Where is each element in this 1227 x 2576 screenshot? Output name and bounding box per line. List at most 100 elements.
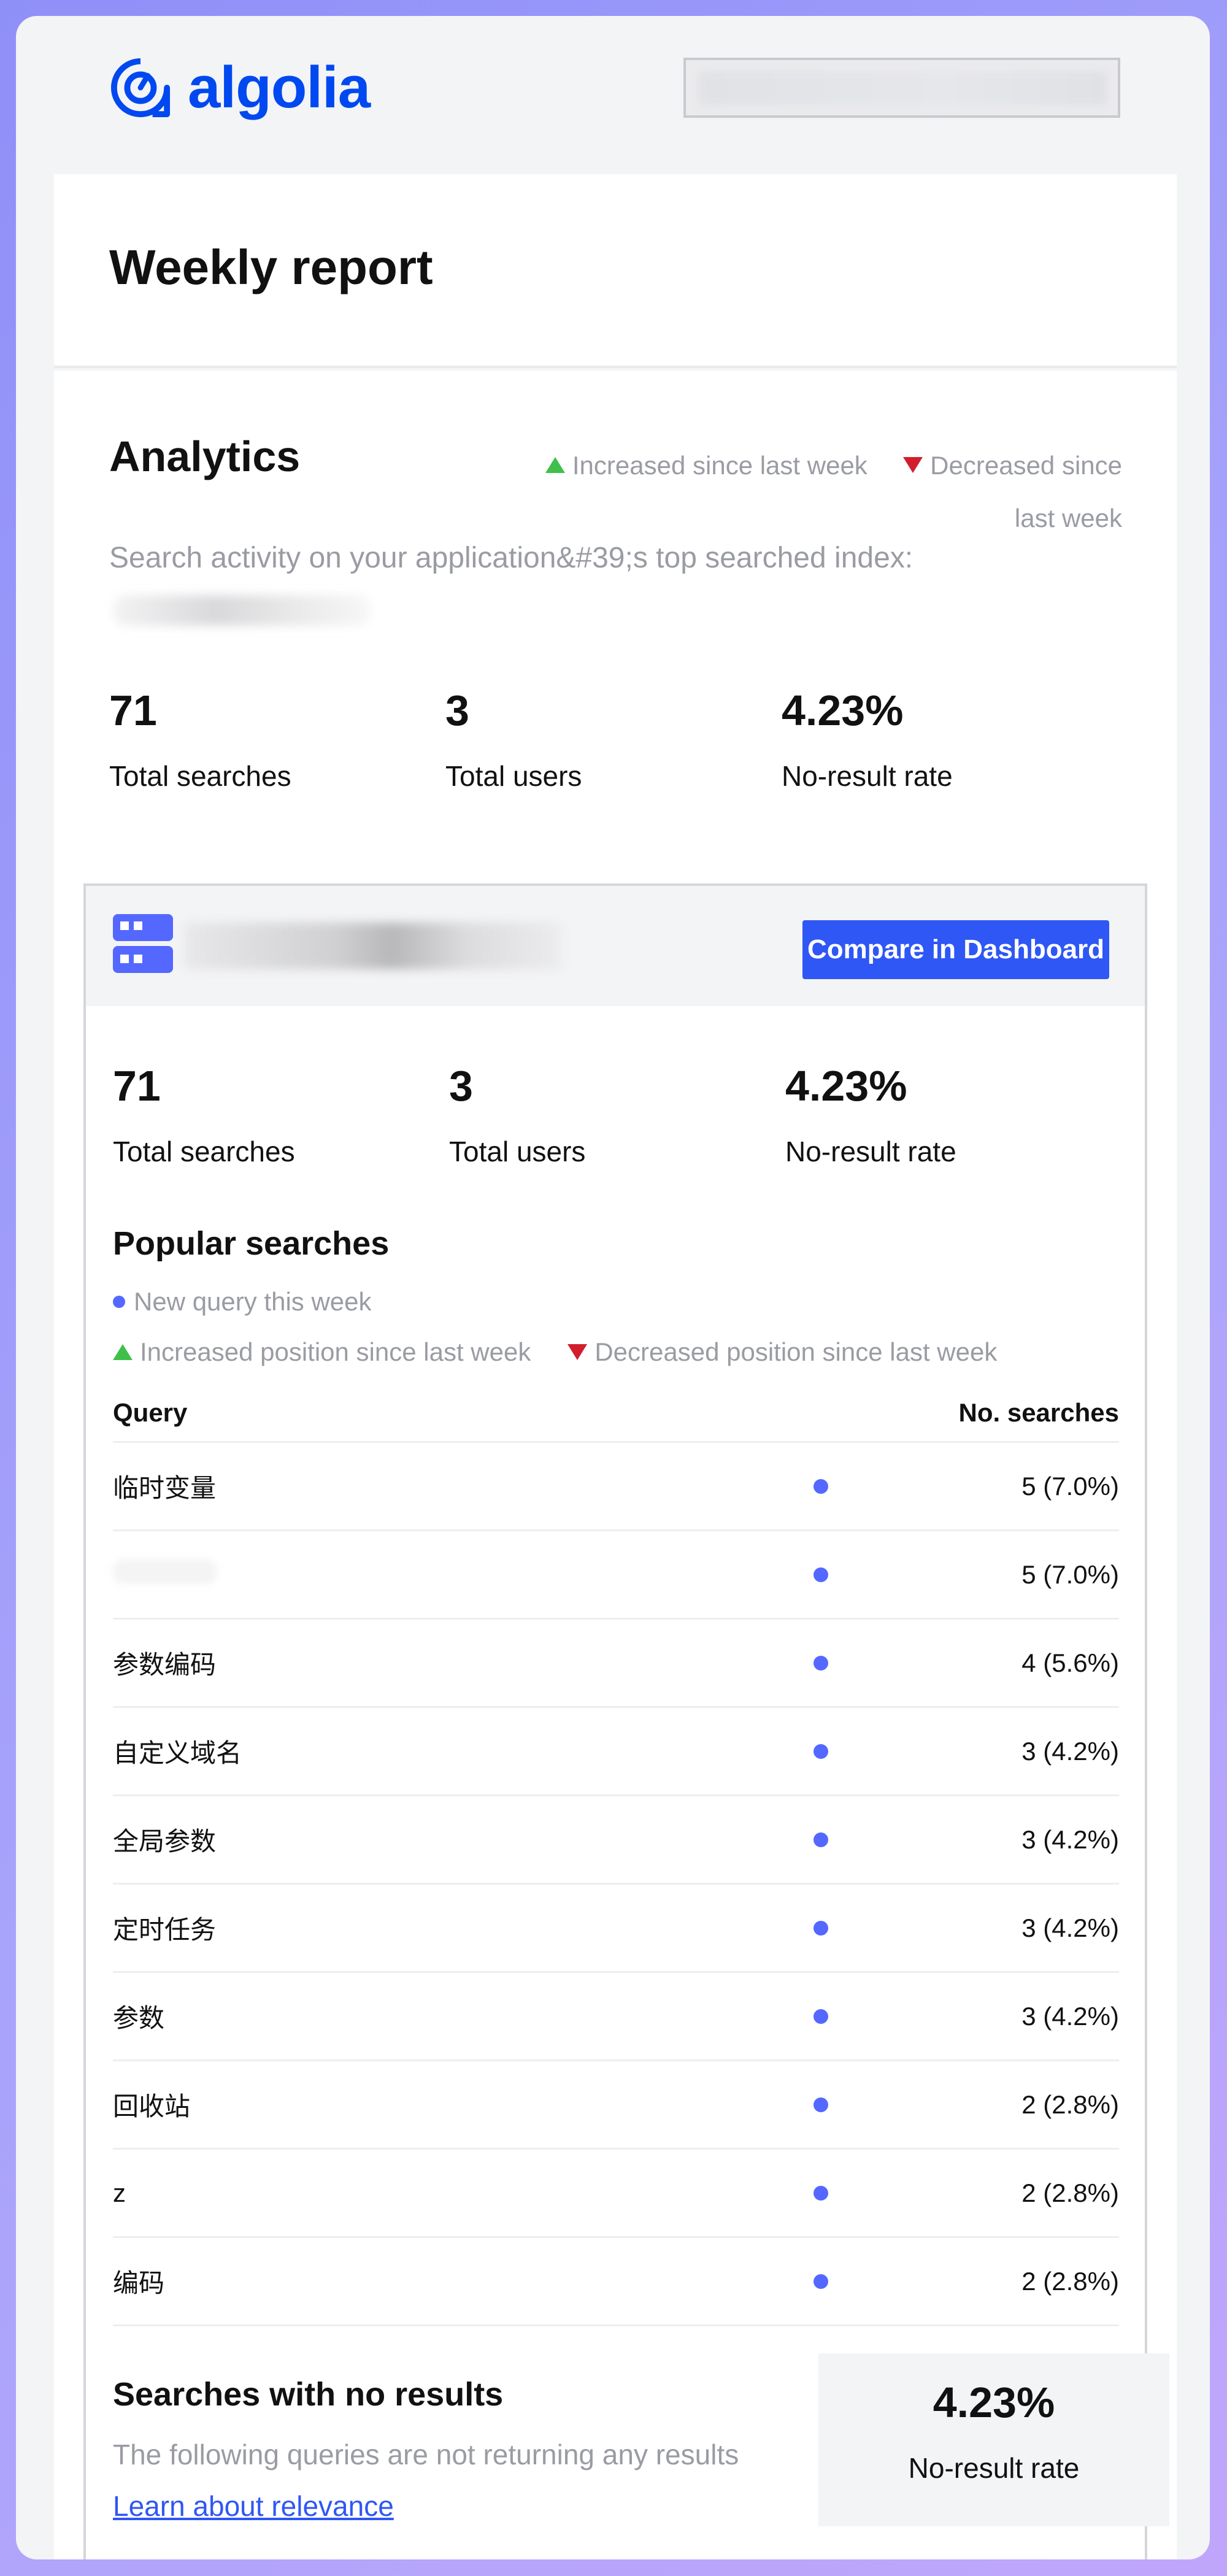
- table-row: 编码 2 (2.8%): [113, 2238, 1119, 2326]
- legend-decreased-label: Decreased position since last week: [594, 1337, 998, 1366]
- compare-in-dashboard-button[interactable]: Compare in Dashboard: [802, 920, 1109, 979]
- algolia-logo[interactable]: algolia: [110, 55, 371, 120]
- stat-total-users: 3 Total users: [445, 686, 782, 793]
- legend-position: Increased position since last week Decre…: [113, 1337, 997, 1367]
- query-text: 全局参数: [113, 1827, 217, 1856]
- algolia-logo-icon: [111, 58, 171, 118]
- query-text: 参数编码: [113, 1650, 217, 1679]
- query-text: 编码: [113, 2269, 165, 2297]
- search-count: 5 (7.0%): [1021, 1559, 1119, 1589]
- no-results-text: The following queries are not returning …: [113, 2439, 739, 2470]
- search-count: 3 (4.2%): [1021, 1736, 1119, 1766]
- decrease-triangle-icon: [903, 457, 923, 473]
- redacted-index-title: [184, 923, 562, 969]
- analytics-card: Analytics Increased since last week Decr…: [54, 371, 1177, 2559]
- stat-value: 3: [445, 686, 469, 734]
- new-query-dot-icon: [814, 1744, 828, 1759]
- query-text: 定时任务: [113, 1915, 217, 1944]
- increase-triangle-icon: [545, 457, 565, 473]
- new-query-dot-icon: [814, 1478, 828, 1494]
- table-row: 参数 3 (4.2%): [113, 1973, 1119, 2061]
- summary-stats: 71 Total searches 3 Total users 4.23% No…: [109, 686, 1118, 793]
- stat-label: Total users: [445, 760, 582, 792]
- page-title: Weekly report: [109, 240, 433, 294]
- new-query-dot-icon: [814, 1920, 828, 1936]
- decrease-triangle-icon: [567, 1344, 588, 1360]
- no-result-rate-box: 4.23% No-result rate: [818, 2353, 1169, 2526]
- redacted-header-field: [683, 58, 1120, 118]
- table-header: Query No. searches: [113, 1384, 1119, 1443]
- query-text: z: [113, 2178, 126, 2207]
- stat-value: 3: [449, 1062, 473, 1110]
- increase-triangle-icon: [113, 1344, 133, 1360]
- stat-total-users: 3 Total users: [449, 1061, 785, 1168]
- index-stats: 71 Total searches 3 Total users 4.23% No…: [113, 1061, 1121, 1168]
- column-query: Query: [113, 1398, 188, 1427]
- stat-label: No-result rate: [785, 1136, 956, 1167]
- analytics-subtitle: Search activity on your application&#39;…: [109, 542, 914, 574]
- index-panel-header: Compare in Dashboard: [86, 886, 1145, 1006]
- stat-value: 4.23%: [785, 1062, 907, 1110]
- table-row: 5 (7.0%): [113, 1531, 1119, 1620]
- column-searches: No. searches: [958, 1398, 1119, 1427]
- search-count: 3 (4.2%): [1021, 1913, 1119, 1942]
- new-query-dot-icon: [814, 2009, 828, 2024]
- table-row: 定时任务 3 (4.2%): [113, 1885, 1119, 1973]
- search-count: 2 (2.8%): [1021, 2090, 1119, 2119]
- new-query-dot-icon: [814, 1832, 828, 1847]
- redacted-text: [698, 71, 1107, 106]
- no-result-rate-label: No-result rate: [908, 2452, 1080, 2484]
- table-row: z 2 (2.8%): [113, 2150, 1119, 2238]
- table-row: 回收站 2 (2.8%): [113, 2061, 1119, 2150]
- table-row: 自定义域名 3 (4.2%): [113, 1708, 1119, 1796]
- query-text: 回收站: [113, 2092, 191, 2121]
- new-query-dot-icon: [814, 1655, 828, 1671]
- no-results-title: Searches with no results: [113, 2376, 504, 2413]
- analytics-title: Analytics: [109, 433, 301, 480]
- redacted-query: [113, 1559, 217, 1584]
- query-text: 参数: [113, 2004, 165, 2032]
- index-icon: [113, 914, 173, 973]
- learn-about-relevance-link[interactable]: Learn about relevance: [113, 2489, 394, 2523]
- legend-new-label: New query this week: [134, 1287, 372, 1316]
- popular-searches-title: Popular searches: [113, 1225, 390, 1262]
- table-row: 临时变量 5 (7.0%): [113, 1443, 1119, 1531]
- no-results-section: Searches with no results The following q…: [113, 2375, 739, 2523]
- legend-decreased: Decreased since last week: [930, 451, 1122, 533]
- stat-label: No-result rate: [782, 760, 953, 792]
- title-card: Weekly report: [54, 174, 1177, 368]
- search-count: 3 (4.2%): [1021, 2001, 1119, 2031]
- email-header: algolia: [16, 16, 1210, 174]
- query-text: 临时变量: [113, 1474, 217, 1502]
- new-query-dot-icon: [814, 2097, 828, 2112]
- stat-value: 71: [109, 686, 157, 734]
- index-panel: Compare in Dashboard 71 Total searches 3…: [83, 883, 1169, 2559]
- search-count: 2 (2.8%): [1021, 2178, 1119, 2207]
- popular-searches-table: Query No. searches 临时变量 5 (7.0%) 5 (7.0%)…: [113, 1384, 1119, 2326]
- stat-total-searches: 71 Total searches: [113, 1061, 449, 1168]
- query-text-redacted: [113, 1559, 1119, 1590]
- search-count: 5 (7.0%): [1021, 1471, 1119, 1501]
- new-query-dot-icon: [113, 1296, 125, 1308]
- new-query-dot-icon: [814, 2274, 828, 2289]
- stat-label: Total searches: [109, 760, 291, 792]
- stat-value: 71: [113, 1062, 161, 1110]
- logo-text: algolia: [188, 55, 371, 120]
- stat-label: Total searches: [113, 1136, 295, 1167]
- legend-increased: Increased since last week: [572, 451, 867, 480]
- legend-increased-label: Increased position since last week: [140, 1337, 531, 1366]
- stat-value: 4.23%: [782, 686, 904, 734]
- search-count: 2 (2.8%): [1021, 2266, 1119, 2296]
- search-count: 3 (4.2%): [1021, 1824, 1119, 1854]
- no-result-rate-value: 4.23%: [933, 2378, 1055, 2426]
- search-count: 4 (5.6%): [1021, 1648, 1119, 1677]
- stat-label: Total users: [449, 1136, 586, 1167]
- table-row: 全局参数 3 (4.2%): [113, 1796, 1119, 1885]
- stat-no-result-rate: 4.23% No-result rate: [782, 686, 1118, 793]
- stat-total-searches: 71 Total searches: [109, 686, 445, 793]
- new-query-dot-icon: [814, 2185, 828, 2201]
- legend-new-query: New query this week: [113, 1287, 372, 1317]
- query-text: 自定义域名: [113, 1739, 242, 1767]
- redacted-index-name: [113, 595, 371, 626]
- email-window: algolia Weekly report Analytics Increase…: [16, 16, 1210, 2559]
